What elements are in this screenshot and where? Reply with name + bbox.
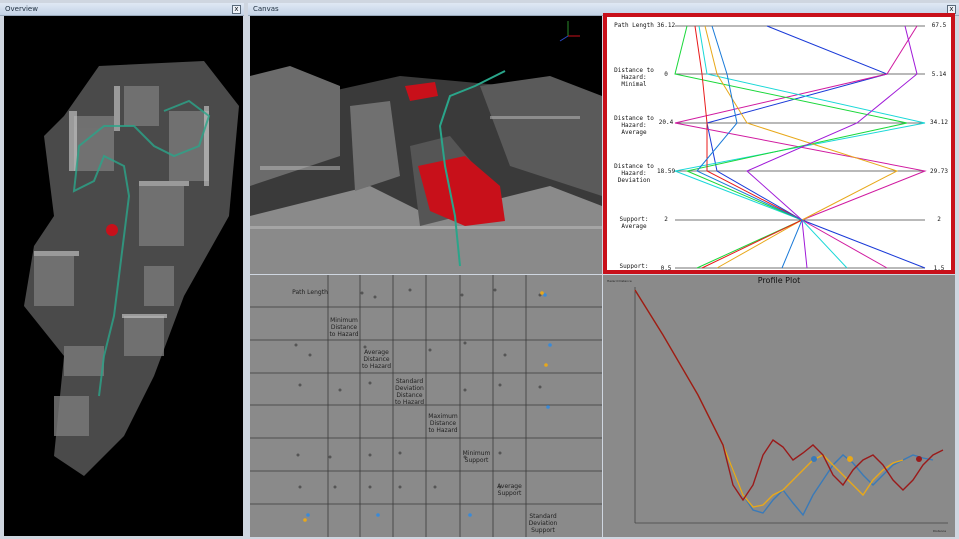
profile-line-red xyxy=(634,289,944,502)
pc-axis-label-dist-avg: Distance to Hazard: Average xyxy=(614,115,654,136)
profile-endpoint-red xyxy=(916,456,922,462)
pc-max-3: 29.73 xyxy=(929,168,949,175)
profile-plot-panel[interactable]: Profile Plot Hazard Distance Distance xyxy=(603,275,955,537)
overview-map xyxy=(24,61,239,476)
splom-label-min-distance: Minimum Distance to Hazard xyxy=(329,317,359,338)
canvas-title: Canvas xyxy=(253,5,279,13)
profile-plot-title: Profile Plot xyxy=(757,276,801,285)
pc-max-0: 67.5 xyxy=(931,22,947,29)
pc-min-2: 20.4 xyxy=(658,119,674,126)
3d-scene xyxy=(250,21,602,274)
pc-axis-label-support-avg: Support: Average xyxy=(619,216,649,230)
overview-title: Overview xyxy=(5,5,38,13)
overview-close-button[interactable]: x xyxy=(232,5,241,14)
profile-chart xyxy=(634,287,948,524)
window-splitter[interactable] xyxy=(244,0,248,539)
pc-axis-label-dist-dev: Distance to Hazard: Deviation xyxy=(614,163,654,184)
pc-axis-label-dist-min: Distance to Hazard: Minimal xyxy=(614,67,654,88)
splom-label-max-distance: Maximum Distance to Hazard xyxy=(428,413,458,434)
splom-label-avg-support: Average Support xyxy=(497,483,522,497)
profile-y-label: Hazard Distance xyxy=(607,279,632,283)
parallel-coordinates-panel[interactable]: Path Length Distance to Hazard: Minimal … xyxy=(603,13,955,274)
pc-max-1: 5.14 xyxy=(931,71,947,78)
overview-titlebar[interactable]: Overview x xyxy=(0,3,244,16)
scatterplot-matrix-grid xyxy=(250,275,602,537)
profile-x-label: Distance xyxy=(933,529,947,533)
pc-axis-label-path-length: Path Length xyxy=(614,22,654,29)
pc-min-0: 36.12 xyxy=(657,22,676,29)
profile-line-blue xyxy=(634,289,934,517)
pc-max-4: 2 xyxy=(937,216,941,223)
3d-view[interactable] xyxy=(250,16,602,274)
overview-hazard-marker xyxy=(106,224,118,236)
scatterplot-matrix-panel[interactable]: Path Length Minimum Distance to Hazard A… xyxy=(250,275,602,537)
pc-min-5: 0.5 xyxy=(660,265,672,272)
profile-endpoint-blue xyxy=(811,456,817,462)
pc-min-4: 2 xyxy=(664,216,668,223)
parallel-coordinates-plot xyxy=(673,25,927,269)
pc-max-5: 1.5 xyxy=(933,265,945,272)
pc-min-1: 0 xyxy=(664,71,668,78)
pc-min-3: 18.59 xyxy=(657,168,676,175)
profile-endpoint-orange xyxy=(847,456,853,462)
overview-panel[interactable] xyxy=(4,16,243,536)
axis-gizmo-icon xyxy=(559,21,580,42)
splom-label-avg-distance: Average Distance to Hazard xyxy=(361,349,392,370)
splom-label-std-support: Standard Deviation Support xyxy=(528,513,558,534)
pc-axis-label-support-dev: Support: Deviation xyxy=(619,263,649,269)
pc-max-2: 34.12 xyxy=(929,119,949,126)
splom-label-min-support: Minimum Support xyxy=(462,450,491,464)
splom-label-path-length: Path Length xyxy=(292,289,328,296)
splom-label-std-distance: Standard Deviation Distance to Hazard xyxy=(394,378,425,406)
